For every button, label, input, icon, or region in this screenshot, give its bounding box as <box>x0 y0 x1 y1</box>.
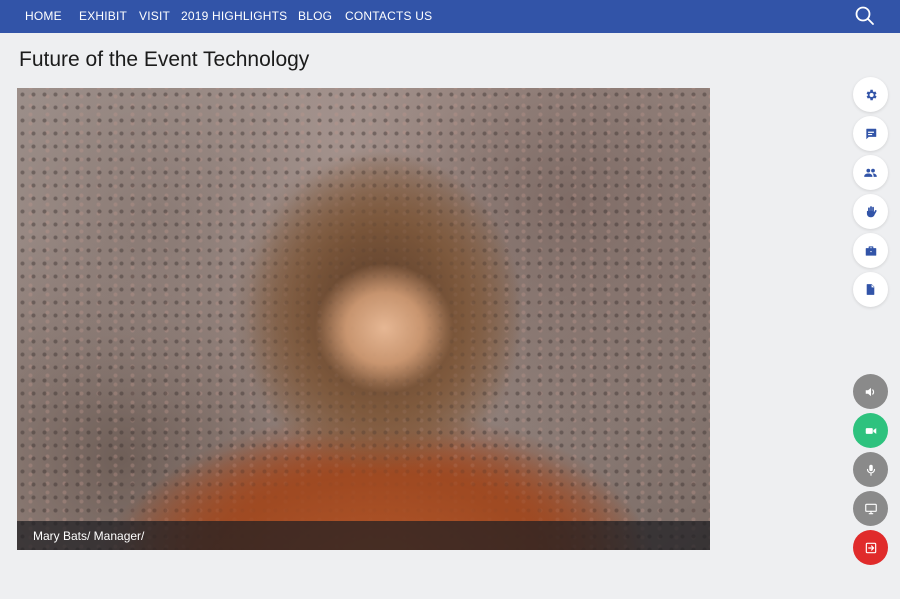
speaker-button[interactable] <box>853 374 888 409</box>
nav-item-visit[interactable]: VISIT <box>139 9 170 23</box>
search-button[interactable] <box>853 4 877 28</box>
speaker-icon <box>864 385 878 399</box>
screen-share-button[interactable] <box>853 491 888 526</box>
nav-item-contacts-us[interactable]: CONTACTS US <box>345 9 432 23</box>
camera-button[interactable] <box>853 413 888 448</box>
nav-item-blog[interactable]: BLOG <box>298 9 332 23</box>
chat-icon <box>864 127 878 141</box>
documents-button[interactable] <box>853 272 888 307</box>
top-navbar: HOME EXHIBIT VISIT 2019 HIGHLIGHTS BLOG … <box>0 0 900 33</box>
participants-button[interactable] <box>853 155 888 190</box>
briefcase-button[interactable] <box>853 233 888 268</box>
raise-hand-button[interactable] <box>853 194 888 229</box>
screen-share-icon <box>864 502 878 516</box>
nav-item-exhibit[interactable]: EXHIBIT <box>79 9 127 23</box>
microphone-button[interactable] <box>853 452 888 487</box>
raise-hand-icon <box>864 205 878 219</box>
video-caption-bar: Mary Bats/ Manager/ <box>17 521 710 550</box>
people-icon <box>863 165 878 180</box>
speaker-caption: Mary Bats/ Manager/ <box>33 529 145 543</box>
microphone-icon <box>864 463 878 477</box>
exit-button[interactable] <box>853 530 888 565</box>
document-icon <box>864 283 877 296</box>
video-feed: Mary Bats/ Manager/ <box>17 88 710 550</box>
settings-button[interactable] <box>853 77 888 112</box>
page-title: Future of the Event Technology <box>19 48 310 71</box>
briefcase-icon <box>864 244 878 258</box>
search-icon <box>853 4 877 28</box>
chat-button[interactable] <box>853 116 888 151</box>
camera-icon <box>864 424 878 438</box>
nav-item-2019-highlights[interactable]: 2019 HIGHLIGHTS <box>181 9 287 23</box>
exit-icon <box>864 541 878 555</box>
speaker-video-image <box>17 88 710 550</box>
gear-icon <box>864 88 878 102</box>
nav-item-home[interactable]: HOME <box>25 9 62 23</box>
